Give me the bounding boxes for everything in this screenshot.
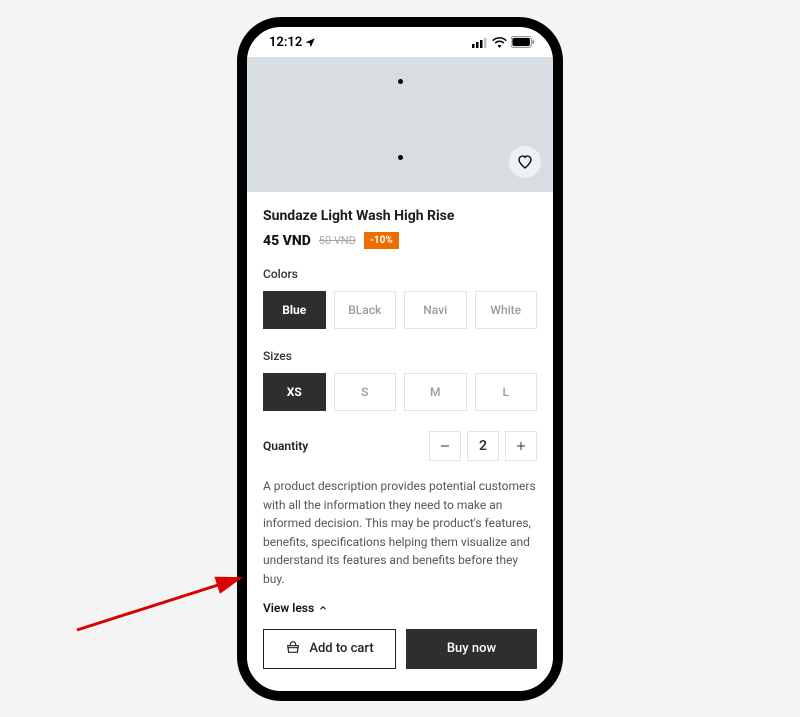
add-to-cart-label: Add to cart [309,641,373,656]
color-option-blue[interactable]: Blue [263,291,326,329]
quantity-row: Quantity 2 [263,431,537,461]
product-description: A product description provides potential… [263,477,537,589]
view-less-toggle[interactable]: View less [263,601,537,615]
quantity-label: Quantity [263,439,308,453]
callout-arrow [72,560,252,640]
location-icon [306,38,315,47]
quantity-value: 2 [467,431,499,461]
battery-icon [511,36,535,48]
heart-icon [517,154,533,170]
price-row: 45 VND 50 VND -10% [263,232,537,249]
product-title: Sundaze Light Wash High Rise [263,208,537,224]
product-old-price: 50 VND [319,234,356,247]
signal-icon [472,37,488,48]
size-option-s[interactable]: S [334,373,397,411]
size-option-m[interactable]: M [404,373,467,411]
product-detail-body: Sundaze Light Wash High Rise 45 VND 50 V… [247,192,553,691]
view-less-label: View less [263,601,314,615]
color-option-navi[interactable]: Navi [404,291,467,329]
size-option-l[interactable]: L [475,373,538,411]
status-time: 12:12 [269,35,302,50]
add-to-cart-button[interactable]: Add to cart [263,629,396,669]
status-bar: 12:12 [247,27,553,57]
phone-screen: 12:12 [247,27,553,691]
color-options: Blue BLack Navi White [263,291,537,329]
image-pager [247,145,553,164]
cart-icon [285,641,301,657]
cta-row: Add to cart Buy now [263,629,537,683]
size-options: XS S M L [263,373,537,411]
buy-now-button[interactable]: Buy now [406,629,537,669]
quantity-stepper: 2 [429,431,537,461]
size-option-xs[interactable]: XS [263,373,326,411]
minus-icon [439,440,451,452]
plus-icon [515,440,527,452]
colors-label: Colors [263,267,537,281]
product-image-area [247,57,553,192]
chevron-up-icon [318,603,328,613]
wifi-icon [492,37,507,48]
color-option-black[interactable]: BLack [334,291,397,329]
buy-now-label: Buy now [447,641,496,656]
image-pager [247,69,553,88]
quantity-decrement[interactable] [429,431,461,461]
product-price: 45 VND [263,233,311,249]
favorite-button[interactable] [509,146,541,178]
phone-frame: 12:12 [237,17,563,701]
discount-badge: -10% [364,232,399,249]
quantity-increment[interactable] [505,431,537,461]
sizes-label: Sizes [263,349,537,363]
color-option-white[interactable]: White [475,291,538,329]
